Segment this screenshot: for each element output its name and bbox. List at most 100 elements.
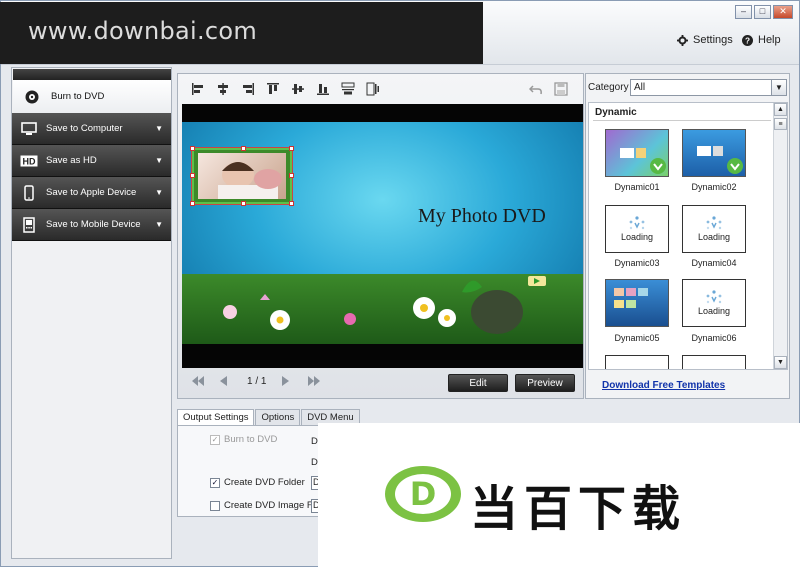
template-name: Dynamic04 — [691, 258, 737, 268]
output-sidebar: Burn to DVD Save to Computer ▼ HD Save a… — [11, 67, 172, 559]
scroll-down-button[interactable]: ▼ — [774, 356, 787, 369]
loading-text: Loading — [697, 232, 731, 242]
watermark-logo-area: D 当百下载 — [318, 423, 800, 567]
resize-handle[interactable] — [190, 146, 195, 151]
phone-icon — [24, 184, 34, 201]
align-bottom-icon — [317, 84, 329, 95]
sidebar-top-strip — [13, 69, 171, 80]
last-page-button[interactable] — [308, 376, 320, 389]
template-name: Dynamic05 — [614, 333, 660, 343]
sidebar-item-label: Burn to DVD — [51, 91, 105, 102]
chevron-down-icon[interactable]: ▼ — [771, 80, 786, 95]
template-thumbnail-partial[interactable] — [605, 355, 669, 369]
help-button[interactable]: ? Help — [742, 34, 781, 46]
align-right-button[interactable] — [240, 81, 256, 97]
settings-button[interactable]: Settings — [677, 34, 733, 46]
align-middle-button[interactable] — [290, 81, 306, 97]
resize-handle[interactable] — [289, 173, 294, 178]
loading-text: Loading — [697, 306, 731, 316]
sidebar-item-save-to-mobile-device[interactable]: Save to Mobile Device ▼ — [12, 209, 171, 241]
save-button[interactable] — [553, 81, 569, 97]
resize-handle[interactable] — [190, 201, 195, 206]
sidebar-item-save-as-hd[interactable]: HD Save as HD ▼ — [12, 145, 171, 177]
loading-spinner-icon — [706, 290, 722, 304]
tab-options[interactable]: Options — [255, 409, 301, 425]
page-indicator: 1 / 1 — [247, 376, 267, 387]
scroll-up-button[interactable]: ▲ — [774, 103, 787, 116]
first-page-button[interactable] — [192, 376, 204, 389]
sidebar-item-save-to-apple-device[interactable]: Save to Apple Device ▼ — [12, 177, 171, 209]
align-middle-icon — [292, 84, 304, 94]
watermark-banner: www.downbai.com — [0, 2, 483, 64]
resize-handle[interactable] — [241, 201, 246, 206]
menu-title-text[interactable]: My Photo DVD — [418, 205, 546, 228]
resize-handle[interactable] — [289, 146, 294, 151]
checkbox-checked-icon[interactable]: ✓ — [210, 434, 220, 445]
distribute-icon — [341, 82, 355, 95]
watermark-site-text: www.downbai.com — [28, 17, 258, 45]
edit-button[interactable]: Edit — [448, 374, 508, 392]
next-page-button[interactable] — [282, 376, 290, 389]
download-badge-icon — [697, 146, 743, 174]
loading-spinner-icon — [629, 216, 645, 230]
template-thumbnail-dynamic03[interactable]: Loading — [605, 205, 669, 253]
burn-to-dvd-option[interactable]: ✓ Burn to DVD — [210, 434, 277, 445]
align-left-button[interactable] — [190, 81, 206, 97]
template-scrollbar[interactable]: ▲ ≡ ▼ — [773, 103, 787, 369]
arrange-button[interactable] — [365, 81, 381, 97]
last-page-icon — [308, 376, 320, 386]
category-select[interactable]: All ▼ — [630, 79, 787, 96]
resize-handle[interactable] — [289, 201, 294, 206]
first-page-icon — [192, 376, 204, 386]
photo-thumbnail — [198, 153, 286, 199]
undo-button[interactable] — [528, 81, 544, 97]
tab-output-settings[interactable]: Output Settings — [177, 409, 255, 425]
template-thumbnail-dynamic05[interactable] — [605, 279, 669, 327]
menu-background: My Photo DVD — [182, 122, 583, 344]
chevron-down-icon: ▼ — [155, 156, 163, 165]
menu-preview-stage[interactable]: My Photo DVD — [182, 104, 583, 368]
minimize-button[interactable]: – — [735, 5, 752, 19]
sidebar-item-save-to-computer[interactable]: Save to Computer ▼ — [12, 113, 171, 145]
baby-photo-icon — [218, 162, 282, 199]
sidebar-item-burn-to-dvd[interactable]: Burn to DVD — [13, 80, 171, 114]
option-label: Create DVD Folder — [224, 477, 305, 488]
template-thumbnail-dynamic04[interactable]: Loading — [682, 205, 746, 253]
settings-label: Settings — [693, 34, 733, 46]
template-name: Dynamic01 — [614, 182, 660, 192]
svg-text:?: ? — [745, 36, 750, 45]
resize-handle[interactable] — [241, 146, 246, 151]
sidebar-item-label: Save as HD — [46, 155, 97, 166]
align-center-button[interactable] — [215, 81, 231, 97]
template-panel: Category All ▼ Dynamic Dynamic01 Dynamic… — [585, 73, 790, 399]
close-button[interactable]: ✕ — [773, 5, 793, 19]
create-dvd-folder-option[interactable]: ✓ Create DVD Folder — [210, 477, 305, 488]
download-templates-link[interactable]: Download Free Templates — [602, 380, 725, 391]
align-toolbar — [178, 74, 583, 104]
sidebar-item-label: Save to Mobile Device — [46, 219, 141, 230]
photo-placeholder[interactable] — [190, 146, 294, 206]
align-bottom-button[interactable] — [315, 81, 331, 97]
align-top-button[interactable] — [265, 81, 281, 97]
svg-text:HD: HD — [23, 156, 36, 166]
template-thumbnail-dynamic01[interactable] — [605, 129, 669, 177]
checkbox-checked-icon[interactable]: ✓ — [210, 477, 220, 488]
prev-page-button[interactable] — [220, 376, 228, 389]
category-value: All — [634, 82, 646, 93]
distribute-button[interactable] — [340, 81, 356, 97]
template-name: Dynamic02 — [691, 182, 737, 192]
maximize-button[interactable]: □ — [754, 5, 771, 19]
template-grid: Dynamic Dynamic01 Dynamic02 Loading Dyna… — [588, 102, 788, 370]
template-thumbnail-dynamic06[interactable]: Loading — [682, 279, 746, 327]
resize-handle[interactable] — [190, 173, 195, 178]
prev-page-icon — [220, 376, 227, 386]
sidebar-item-label: Save to Apple Device — [46, 187, 137, 198]
create-dvd-image-option[interactable]: Create DVD Image File — [210, 500, 322, 511]
preview-button[interactable]: Preview — [515, 374, 575, 392]
template-thumbnail-partial[interactable] — [682, 355, 746, 369]
option-label: Burn to DVD — [224, 434, 278, 445]
template-thumbnail-dynamic02[interactable] — [682, 129, 746, 177]
checkbox-unchecked-icon[interactable] — [210, 500, 220, 511]
scroll-thumb[interactable]: ≡ — [774, 118, 787, 130]
monitor-icon — [21, 121, 37, 135]
